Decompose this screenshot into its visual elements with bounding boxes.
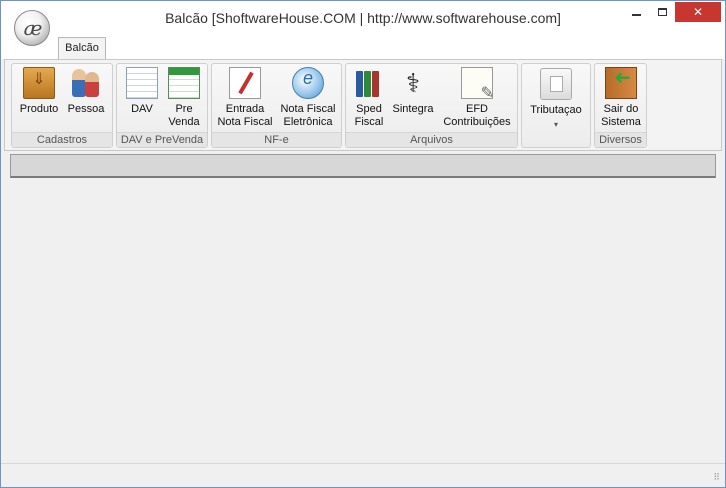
tab-balcao[interactable]: Balcão — [58, 37, 106, 60]
tributacao-label: Tributaçao — [530, 104, 582, 116]
pen-document-icon — [229, 67, 261, 99]
people-icon — [70, 67, 102, 99]
ribbon-panel: Produto Pessoa Cadastros DAV Pre Venda D… — [4, 59, 722, 151]
group-caption-diversos: Diversos — [595, 132, 646, 147]
nfe-label-line2: Eletrônica — [283, 116, 333, 128]
entrada-label-line2: Nota Fiscal — [217, 116, 273, 128]
main-content-area[interactable] — [10, 154, 716, 462]
entrada-nota-fiscal-button[interactable]: Entrada Nota Fiscal — [214, 67, 276, 129]
calculator-sheet-icon — [126, 67, 158, 99]
status-bar: ⠿ — [1, 463, 725, 487]
tributacao-dropdown-button[interactable]: Tributaçao ▾ — [522, 64, 590, 149]
group-nfe: Entrada Nota Fiscal Nota Fiscal Eletrôni… — [211, 63, 342, 148]
dav-label: DAV — [131, 103, 153, 115]
nfe-globe-icon — [292, 67, 324, 99]
produto-label: Produto — [19, 103, 59, 115]
sped-label-line2: Fiscal — [354, 116, 384, 128]
prevenda-label-line1: Pre — [175, 103, 193, 115]
pessoa-button[interactable]: Pessoa — [62, 67, 110, 116]
sair-do-sistema-button[interactable]: Sair do Sistema — [596, 67, 646, 129]
group-dav-prevenda: DAV Pre Venda DAV e PreVenda — [116, 63, 208, 148]
chevron-down-icon: ▾ — [553, 120, 558, 129]
group-diversos: Sair do Sistema Diversos — [594, 63, 647, 148]
close-icon: ✕ — [692, 5, 704, 19]
maximize-button[interactable] — [649, 2, 675, 22]
prevenda-button[interactable]: Pre Venda — [163, 67, 205, 129]
caduceus-icon: ⚕ — [405, 68, 421, 98]
dav-button[interactable]: DAV — [121, 67, 163, 116]
sped-fiscal-button[interactable]: Sped Fiscal — [348, 67, 390, 129]
app-logo-icon[interactable]: æ — [14, 10, 50, 46]
group-tributacao: Tributaçao ▾ — [521, 63, 591, 148]
efd-contribuicoes-button[interactable]: EFD Contribuições — [438, 67, 516, 129]
edit-document-icon — [461, 67, 494, 100]
group-caption-dav-prevenda: DAV e PreVenda — [117, 132, 207, 147]
box-icon — [23, 67, 55, 99]
ribbon-tab-strip: Balcão — [1, 37, 725, 60]
maximize-icon — [657, 8, 667, 16]
pessoa-label: Pessoa — [67, 103, 105, 115]
minimize-icon — [631, 14, 641, 16]
tax-document-icon — [540, 68, 572, 100]
close-button[interactable]: ✕ — [675, 2, 721, 22]
title-bar[interactable]: æ Balcão [ShoftwareHouse.COM | http://ww… — [1, 1, 725, 46]
entrada-label-line1: Entrada — [225, 103, 265, 115]
group-caption-cadastros: Cadastros — [12, 132, 112, 147]
books-icon — [353, 67, 385, 99]
exit-door-icon — [605, 67, 637, 99]
prevenda-label-line2: Venda — [168, 116, 200, 128]
group-arquivos: Sped Fiscal ⚕ Sintegra EFD Contribuições… — [345, 63, 518, 148]
nfe-label-line1: Nota Fiscal — [280, 103, 336, 115]
resize-grip-icon[interactable]: ⠿ — [713, 472, 720, 483]
efd-label-line2: Contribuições — [443, 116, 511, 128]
nota-fiscal-eletronica-button[interactable]: Nota Fiscal Eletrônica — [276, 67, 340, 129]
sintegra-button[interactable]: ⚕ Sintegra — [390, 67, 436, 116]
window-title: Balcão [ShoftwareHouse.COM | http://www.… — [165, 10, 561, 26]
produto-button[interactable]: Produto — [14, 67, 64, 116]
spreadsheet-icon — [168, 67, 200, 99]
group-caption-nfe: NF-e — [212, 132, 341, 147]
sair-label-line2: Sistema — [601, 116, 641, 128]
sped-label-line1: Sped — [356, 103, 382, 115]
main-window: æ Balcão [ShoftwareHouse.COM | http://ww… — [0, 0, 726, 488]
grid-header-bar[interactable] — [10, 154, 716, 178]
efd-label-line1: EFD — [466, 103, 488, 115]
minimize-button[interactable] — [623, 2, 649, 22]
group-cadastros: Produto Pessoa Cadastros — [11, 63, 113, 148]
sintegra-label: Sintegra — [392, 103, 434, 115]
group-caption-arquivos: Arquivos — [346, 132, 517, 147]
sair-label-line1: Sair do — [603, 103, 639, 115]
